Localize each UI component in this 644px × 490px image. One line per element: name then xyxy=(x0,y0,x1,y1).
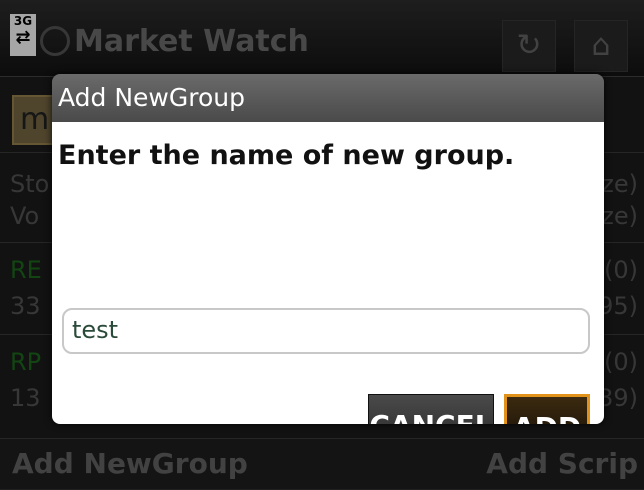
group-name-input[interactable]: test xyxy=(62,308,590,354)
dialog-title: Add NewGroup xyxy=(52,74,604,122)
add-button[interactable]: ADD xyxy=(504,394,590,424)
add-group-dialog: Add NewGroup Enter the name of new group… xyxy=(52,74,604,424)
cancel-button[interactable]: CANCEL xyxy=(368,394,494,424)
dialog-message: Enter the name of new group. xyxy=(58,140,515,171)
dialog-body: Enter the name of new group. test CANCEL… xyxy=(52,122,604,424)
